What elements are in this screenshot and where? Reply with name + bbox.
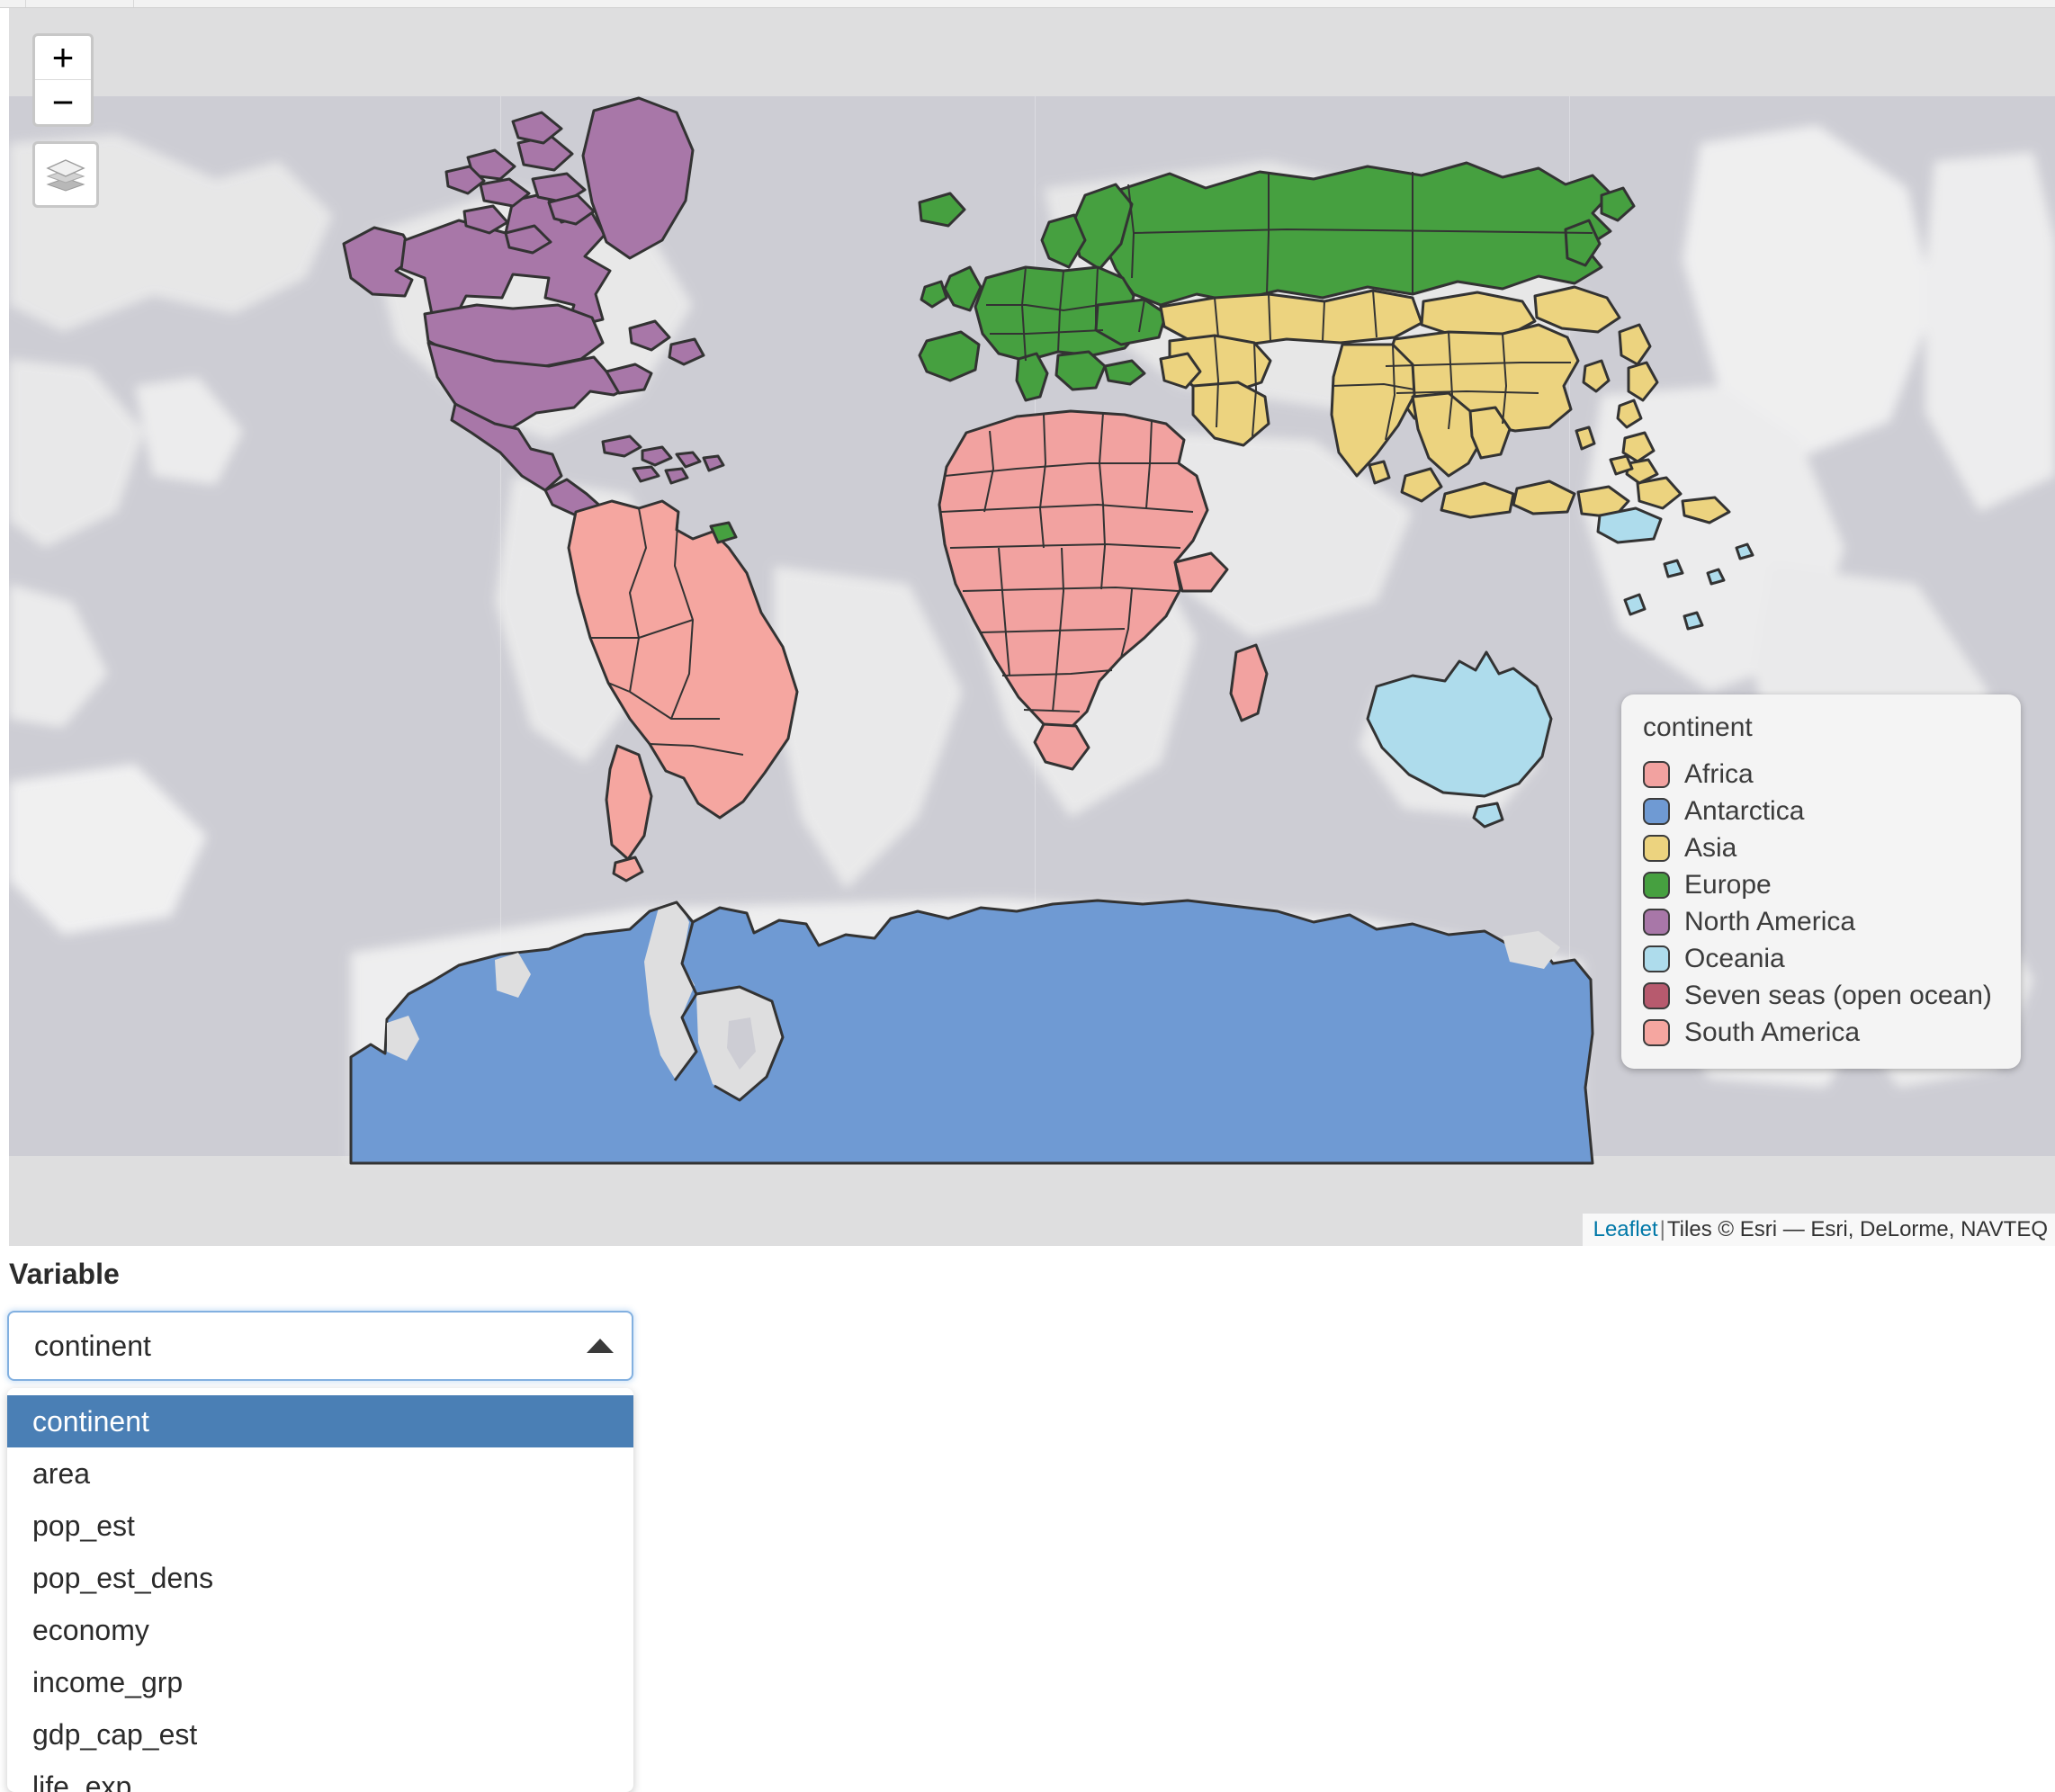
legend-swatch (1643, 760, 1670, 788)
legend-item-label: South America (1684, 1017, 1861, 1047)
attribution-text: Tiles © Esri — Esri, DeLorme, NAVTEQ (1666, 1217, 2048, 1241)
zoom-control[interactable]: + − (32, 33, 94, 127)
map-legend: continent Africa Antarctica Asia Europe Nort… (1621, 694, 2021, 1069)
variable-option-pop_est[interactable]: pop_est (7, 1500, 633, 1552)
variable-option-pop_est_dens[interactable]: pop_est_dens (7, 1552, 633, 1604)
legend-swatch (1643, 871, 1670, 899)
legend-swatch (1643, 981, 1670, 1009)
legend-swatch (1643, 1018, 1670, 1046)
legend-item: Seven seas (open ocean) (1643, 977, 2001, 1014)
legend-item-label: Europe (1684, 869, 1772, 900)
variable-label: Variable (9, 1258, 120, 1290)
legend-item-label: Asia (1684, 832, 1737, 863)
variable-option-area[interactable]: area (7, 1447, 633, 1500)
variable-option-income_grp[interactable]: income_grp (7, 1656, 633, 1708)
variable-option-continent[interactable]: continent (7, 1395, 633, 1447)
variable-select-value: continent (34, 1329, 151, 1362)
legend-item: Oceania (1643, 940, 2001, 977)
legend-items: Africa Antarctica Asia Europe North America O… (1643, 756, 2001, 1051)
variable-select-options[interactable]: continent area pop_est pop_est_dens economy i… (7, 1395, 633, 1792)
map-container[interactable]: + − continent Africa Antarctica Asia Europe… (9, 8, 2055, 1246)
zoom-in-button[interactable]: + (35, 36, 91, 80)
variable-option-life_exp[interactable]: life_exp (7, 1761, 633, 1792)
legend-item-label: Africa (1684, 758, 1754, 789)
legend-item-label: Seven seas (open ocean) (1684, 980, 1992, 1010)
legend-item: Asia (1643, 829, 2001, 866)
layers-control-button[interactable] (32, 141, 99, 208)
map-attribution: Leaflet|Tiles © Esri — Esri, DeLorme, NA… (1582, 1214, 2055, 1246)
legend-item-label: Antarctica (1684, 795, 1805, 826)
variable-option-economy[interactable]: economy (7, 1604, 633, 1656)
legend-title: continent (1643, 712, 1753, 742)
legend-item: North America (1643, 903, 2001, 940)
leaflet-link[interactable]: Leaflet (1593, 1217, 1658, 1241)
zoom-out-button[interactable]: − (35, 80, 91, 124)
legend-item: Antarctica (1643, 793, 2001, 829)
legend-swatch (1643, 797, 1670, 825)
legend-swatch (1643, 945, 1670, 972)
layers-stack-icon (46, 159, 85, 192)
chevron-up-icon[interactable] (569, 1336, 632, 1356)
legend-item: Africa (1643, 756, 2001, 793)
page-top-edge (0, 0, 2055, 8)
variable-select-dropdown[interactable]: continent area pop_est pop_est_dens economy i… (7, 1388, 633, 1792)
variable-option-gdp_cap_est[interactable]: gdp_cap_est (7, 1708, 633, 1761)
legend-swatch (1643, 908, 1670, 936)
legend-item: Europe (1643, 866, 2001, 903)
legend-item-label: North America (1684, 906, 1856, 936)
legend-swatch (1643, 834, 1670, 862)
variable-select-combobox[interactable]: continent (7, 1311, 633, 1381)
legend-item: South America (1643, 1014, 2001, 1051)
legend-item-label: Oceania (1684, 943, 1785, 973)
attribution-separator: | (1659, 1217, 1665, 1241)
